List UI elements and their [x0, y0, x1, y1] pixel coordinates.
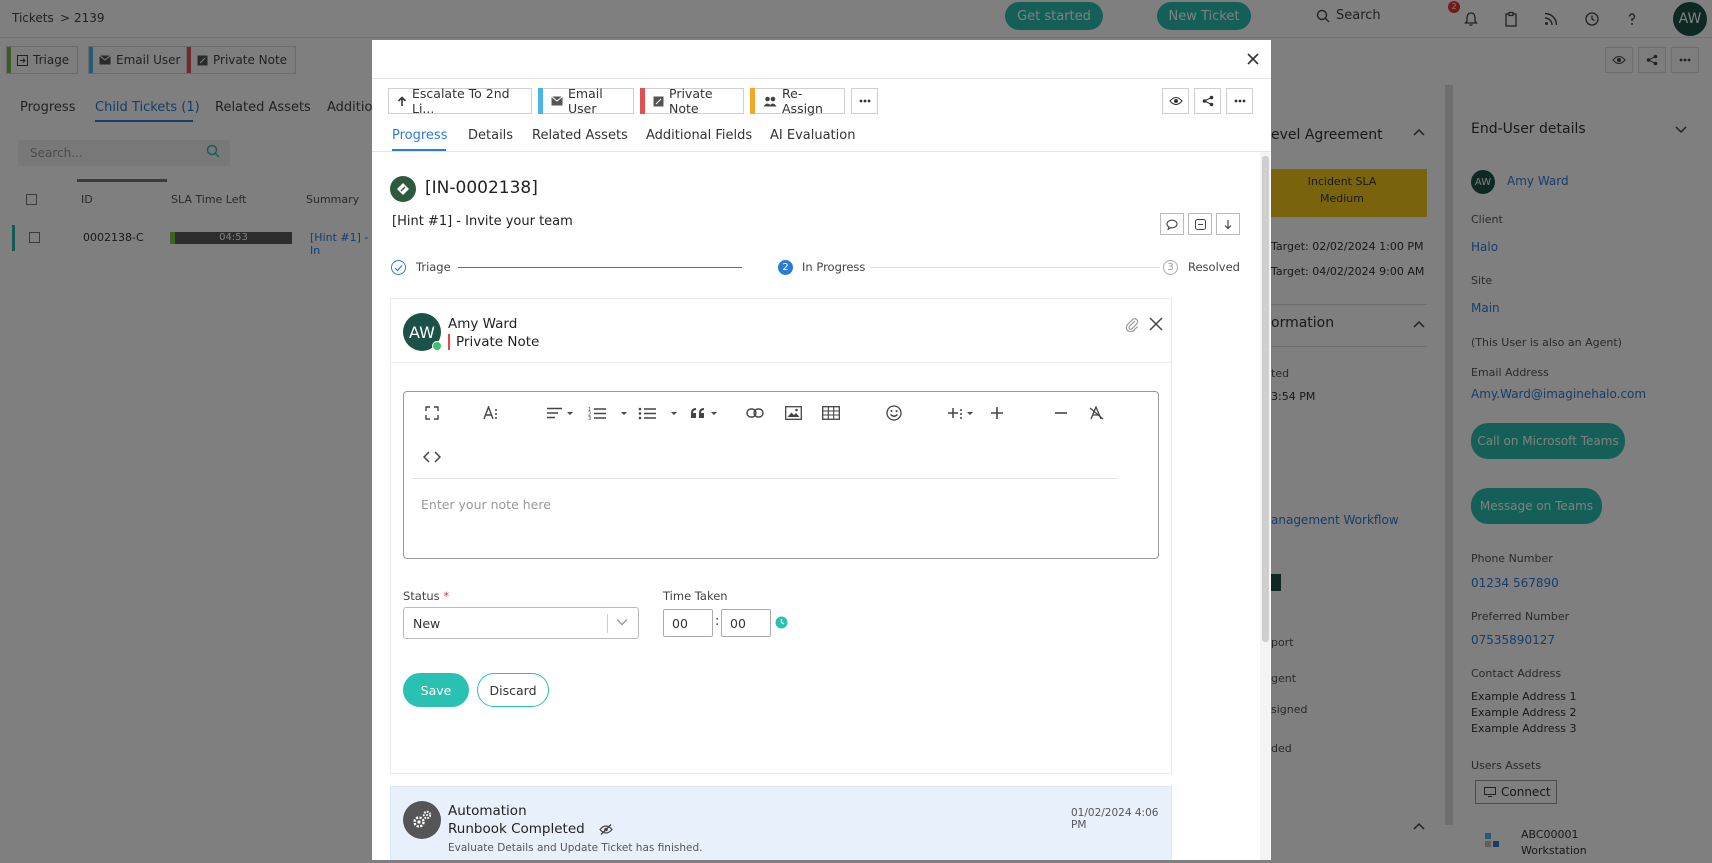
link-icon[interactable]	[744, 402, 766, 424]
close-icon[interactable]	[1244, 50, 1262, 68]
divider	[391, 362, 1171, 363]
note-body-placeholder[interactable]: Enter your note here	[421, 497, 551, 512]
status-label: Status *	[403, 589, 449, 603]
step-resolved-number: 3	[1163, 260, 1178, 275]
tab-ai-evaluation[interactable]: AI Evaluation	[770, 128, 855, 143]
automation-author: Automation	[448, 803, 527, 819]
email-user-button[interactable]: Email User	[538, 86, 634, 116]
tab-additional-fields[interactable]: Additional Fields	[646, 128, 752, 143]
users-icon	[763, 96, 777, 107]
horizontal-rule-icon[interactable]	[1050, 402, 1072, 424]
ticket-icon	[390, 176, 416, 202]
time-taken-label: Time Taken	[663, 589, 728, 603]
font-size-icon[interactable]	[480, 402, 502, 424]
fullscreen-icon[interactable]	[421, 402, 443, 424]
step-complete-check-icon	[391, 260, 406, 275]
paperclip-icon[interactable]	[1124, 316, 1142, 334]
step-connector	[870, 267, 1160, 268]
time-minutes-input[interactable]: 00	[721, 609, 771, 637]
blockquote-icon[interactable]	[689, 402, 721, 424]
gears-icon	[403, 801, 441, 839]
escalate-label: Escalate To 2nd Li...	[412, 86, 510, 116]
table-icon[interactable]	[820, 402, 842, 424]
automation-action-card: Automation 01/02/2024 4:06 PM Runbook Co…	[390, 786, 1172, 860]
action-color-bar	[640, 88, 645, 114]
chevron-down-icon	[616, 618, 628, 626]
insert-special-icon[interactable]	[948, 402, 978, 424]
required-marker: *	[443, 589, 450, 603]
time-separator: :	[715, 614, 720, 629]
share-icon[interactable]	[1194, 88, 1221, 114]
note-author: Amy Ward	[448, 316, 518, 332]
divider	[412, 478, 1118, 479]
discard-button[interactable]: Discard	[477, 673, 549, 707]
step-in-progress-label: In Progress	[802, 260, 866, 274]
eye-slash-icon[interactable]	[599, 824, 613, 835]
divider	[372, 151, 1271, 152]
re-assign-label: Re-Assign	[782, 86, 823, 116]
note-type: Private Note	[448, 334, 539, 350]
collapse-icon[interactable]	[1188, 213, 1212, 235]
step-connector	[458, 267, 742, 268]
divider	[372, 78, 1271, 79]
online-status-dot	[432, 341, 442, 351]
arrow-up-icon	[397, 95, 407, 107]
automation-title: Runbook Completed	[448, 821, 585, 837]
plus-icon[interactable]	[986, 402, 1008, 424]
ticket-modal: Escalate To 2nd Li... Email User Private…	[372, 40, 1271, 860]
more-options-icon[interactable]	[1226, 88, 1253, 114]
select-divider	[607, 614, 608, 633]
escalate-button[interactable]: Escalate To 2nd Li...	[388, 86, 532, 116]
ticket-summary: [Hint #1] - Invite your team	[392, 214, 573, 229]
image-icon[interactable]	[782, 402, 804, 424]
automation-timestamp: 01/02/2024 4:06 PM	[1071, 807, 1159, 831]
emoji-icon[interactable]	[883, 402, 905, 424]
arrow-down-icon[interactable]	[1216, 213, 1240, 235]
timer-clock-icon[interactable]	[775, 616, 788, 629]
watch-eye-icon[interactable]	[1162, 88, 1189, 114]
private-note-card: AW Amy Ward Private Note 123 Enter your …	[390, 298, 1172, 774]
re-assign-button[interactable]: Re-Assign	[750, 86, 845, 116]
step-triage-label: Triage	[416, 260, 451, 274]
ticket-id: [IN-0002138]	[425, 178, 538, 198]
tab-details[interactable]: Details	[468, 128, 513, 143]
close-note-icon[interactable]	[1147, 315, 1167, 335]
numbered-list-icon[interactable]: 123	[588, 402, 628, 424]
status-select[interactable]: New	[403, 607, 639, 639]
email-user-label: Email User	[568, 86, 603, 116]
tab-related-assets[interactable]: Related Assets	[532, 128, 628, 143]
step-in-progress-number: 2	[778, 260, 793, 275]
private-note-button[interactable]: Private Note	[640, 86, 744, 116]
save-button[interactable]: Save	[403, 673, 469, 707]
rich-text-editor[interactable]: 123 Enter your note here	[403, 391, 1159, 559]
modal-scrollbar-thumb[interactable]	[1262, 156, 1269, 642]
status-value: New	[413, 616, 441, 631]
envelope-icon	[551, 96, 563, 106]
status-label-text: Status	[403, 589, 440, 603]
clear-formatting-icon[interactable]	[1086, 402, 1108, 424]
note-icon	[653, 96, 664, 107]
step-resolved-label: Resolved	[1188, 260, 1240, 274]
automation-description: Evaluate Details and Update Ticket has f…	[448, 842, 703, 854]
bulleted-list-icon[interactable]	[638, 402, 678, 424]
time-hours-input[interactable]: 00	[663, 609, 713, 637]
more-actions-button[interactable]	[851, 88, 878, 114]
action-color-bar	[538, 88, 543, 114]
private-note-label: Private Note	[669, 86, 713, 116]
more-icon	[859, 99, 871, 103]
code-view-icon[interactable]	[421, 446, 443, 468]
action-color-bar	[750, 88, 755, 114]
svg-text:3: 3	[588, 416, 591, 420]
tab-progress[interactable]: Progress	[392, 128, 447, 143]
comment-icon[interactable]	[1160, 213, 1184, 235]
align-dropdown-icon[interactable]	[545, 402, 575, 424]
